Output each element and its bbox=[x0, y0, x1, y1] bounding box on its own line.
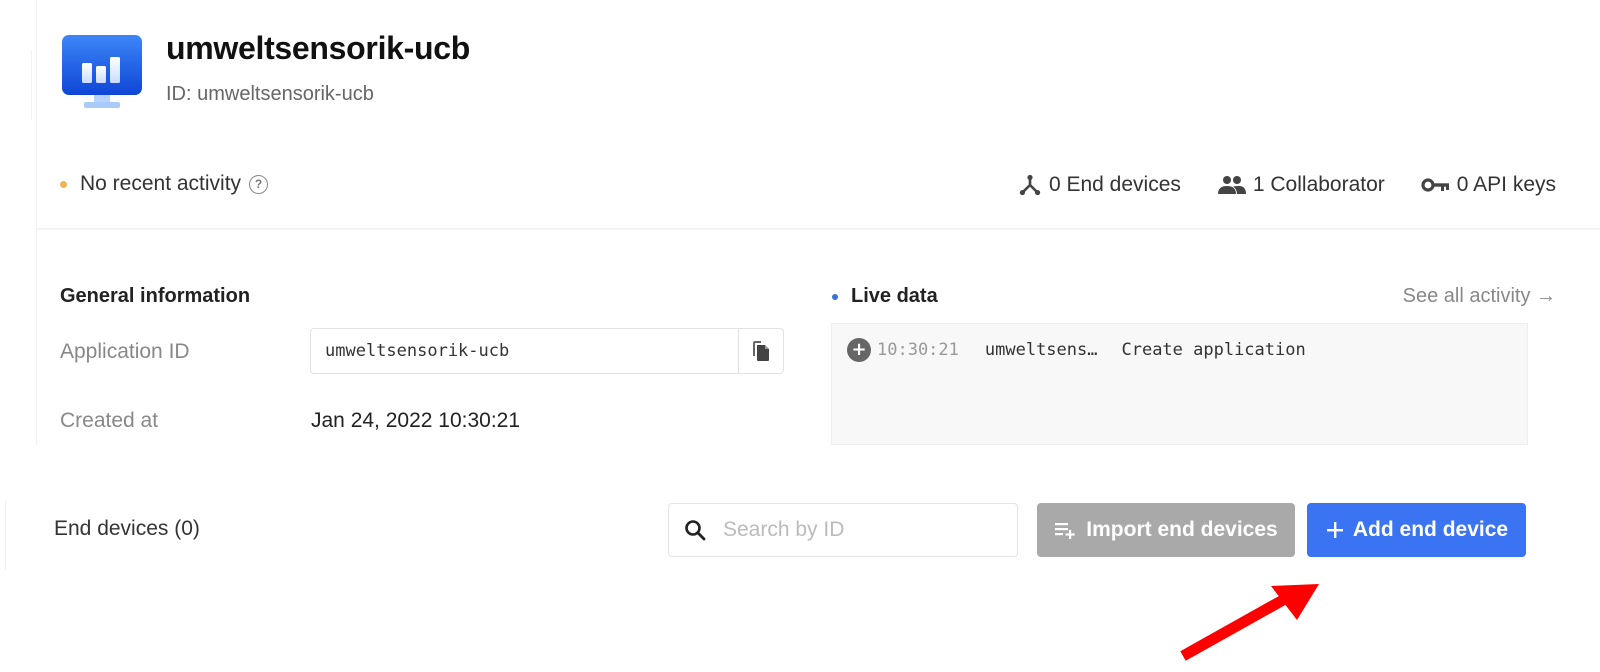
import-end-devices-label: Import end devices bbox=[1086, 518, 1278, 541]
search-field[interactable] bbox=[668, 503, 1018, 557]
search-icon bbox=[685, 520, 706, 541]
end-devices-left-border bbox=[5, 500, 6, 570]
general-information-title: General information bbox=[60, 285, 251, 307]
live-data-dot bbox=[832, 293, 838, 300]
live-data-panel[interactable]: + 10:30:21 umweltsens… Create applicatio… bbox=[831, 323, 1528, 445]
create-event-icon: + bbox=[847, 338, 871, 362]
search-input[interactable] bbox=[721, 517, 1005, 543]
outer-border bbox=[31, 50, 32, 120]
activity-status-dot bbox=[60, 180, 67, 188]
activity-status-text: No recent activity bbox=[80, 172, 242, 195]
stat-api-keys-label: 0 API keys bbox=[1456, 173, 1556, 196]
activity-status: No recent activity ? bbox=[60, 172, 269, 196]
api-key-icon bbox=[1421, 178, 1449, 192]
panel-left-border bbox=[36, 0, 37, 445]
playlist-add-icon bbox=[1055, 523, 1075, 539]
application-id-value[interactable]: umweltsensorik-ucb bbox=[311, 329, 738, 373]
collaborators-icon bbox=[1217, 176, 1246, 194]
application-id-subtitle: ID: umweltsensorik-ucb bbox=[166, 83, 374, 105]
copy-button[interactable] bbox=[738, 329, 783, 373]
application-stats: 0 End devices 1 Collaborator 0 API keys bbox=[981, 172, 1556, 198]
stat-end-devices[interactable]: 0 End devices bbox=[1017, 172, 1181, 198]
plus-icon bbox=[1326, 522, 1343, 538]
event-time: 10:30:21 bbox=[877, 340, 959, 360]
import-end-devices-button[interactable]: Import end devices bbox=[1037, 503, 1295, 557]
event-entity: umweltsens… bbox=[984, 340, 1098, 360]
add-end-device-label: Add end device bbox=[1352, 518, 1509, 541]
application-title: umweltsensorik-ucb bbox=[166, 30, 471, 66]
red-arrow-annotation bbox=[1180, 584, 1319, 661]
stat-api-keys[interactable]: 0 API keys bbox=[1421, 173, 1556, 197]
live-data-title: Live data bbox=[832, 285, 938, 308]
event-row[interactable]: + 10:30:21 umweltsens… Create applicatio… bbox=[847, 338, 1306, 362]
stat-collaborators-label: 1 Collaborator bbox=[1252, 173, 1385, 196]
see-all-activity-link[interactable]: See all activity → bbox=[1403, 285, 1556, 308]
application-id-field[interactable]: umweltsensorik-ucb bbox=[310, 328, 784, 374]
application-id-label: Application ID bbox=[60, 340, 190, 363]
end-devices-title: End devices (0) bbox=[54, 517, 200, 540]
add-end-device-button[interactable]: Add end device bbox=[1307, 503, 1526, 557]
created-at-label: Created at bbox=[60, 409, 159, 432]
event-description: Create application bbox=[1121, 340, 1306, 360]
stat-collaborators[interactable]: 1 Collaborator bbox=[1217, 173, 1385, 197]
application-monitor-chart-icon bbox=[62, 35, 142, 108]
stat-end-devices-label: 0 End devices bbox=[1048, 173, 1181, 196]
help-circle-icon[interactable]: ? bbox=[249, 174, 269, 194]
header-divider bbox=[37, 228, 1600, 230]
created-at-value: Jan 24, 2022 10:30:21 bbox=[311, 409, 521, 432]
end-devices-icon bbox=[1019, 174, 1041, 196]
live-data-title-text: Live data bbox=[851, 285, 938, 307]
copy-icon bbox=[753, 341, 769, 361]
